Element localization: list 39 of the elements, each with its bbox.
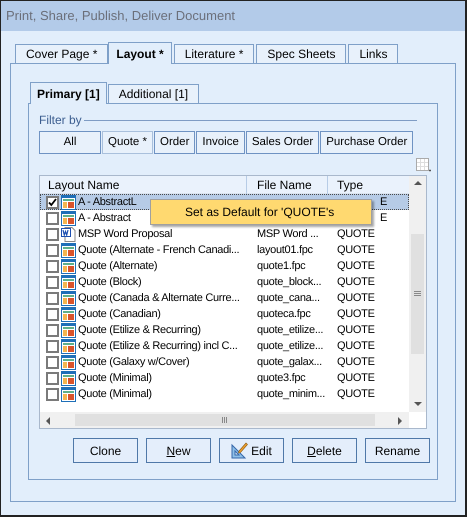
layout-name: Quote (Alternate - French Canadi...	[78, 242, 240, 258]
layout-type: QUOTE	[337, 228, 375, 240]
layout-name: A - AbstractL	[78, 194, 136, 210]
file-name: quote_block...	[257, 276, 322, 288]
layout-name: Quote (Canadian)	[78, 306, 161, 322]
layout-type: QUOTE	[337, 324, 375, 336]
layout-name: A - Abstract	[78, 210, 131, 226]
layout-type: QUOTE	[337, 356, 375, 368]
layout-type: E	[380, 212, 388, 224]
file-name: quote1.fpc	[257, 260, 306, 272]
window-title: Print, Share, Publish, Deliver Document	[6, 7, 236, 26]
layout-type: QUOTE	[337, 308, 375, 320]
layout-type: QUOTE	[337, 276, 375, 288]
layout-type: QUOTE	[337, 244, 375, 256]
file-name: layout01.fpc	[257, 244, 313, 256]
file-name: quote_minim...	[257, 388, 325, 400]
layout-name: Quote (Minimal)	[78, 386, 152, 402]
layout-name: Quote (Etilize & Recurring)	[78, 322, 201, 338]
layout-type: QUOTE	[337, 388, 375, 400]
file-name: quote3.fpc	[257, 372, 306, 384]
layout-name: Quote (Block)	[78, 274, 142, 290]
layout-type: QUOTE	[337, 340, 375, 352]
layout-type: QUOTE	[337, 260, 375, 272]
file-name: quoteca.fpc	[257, 308, 311, 320]
layout-name: Quote (Etilize & Recurring) incl C...	[78, 338, 238, 354]
file-name: quote_cana...	[257, 292, 320, 304]
group-label: Filter by	[39, 112, 82, 129]
layout-type: E	[380, 196, 388, 208]
file-name: quote_etilize...	[257, 324, 324, 336]
layout-name: Quote (Galaxy w/Cover)	[78, 354, 190, 370]
file-name: quote_etilize...	[257, 340, 324, 352]
file-name: quote_galax...	[257, 356, 322, 368]
layout-name: Quote (Alternate)	[78, 258, 158, 274]
file-name: MSP Word ...	[257, 228, 318, 240]
layout-type: QUOTE	[337, 372, 375, 384]
layout-name: Quote (Canada & Alternate Curre...	[78, 290, 240, 306]
layout-type: QUOTE	[337, 292, 375, 304]
layout-name: MSP Word Proposal	[78, 226, 172, 242]
layout-name: Quote (Minimal)	[78, 370, 152, 386]
